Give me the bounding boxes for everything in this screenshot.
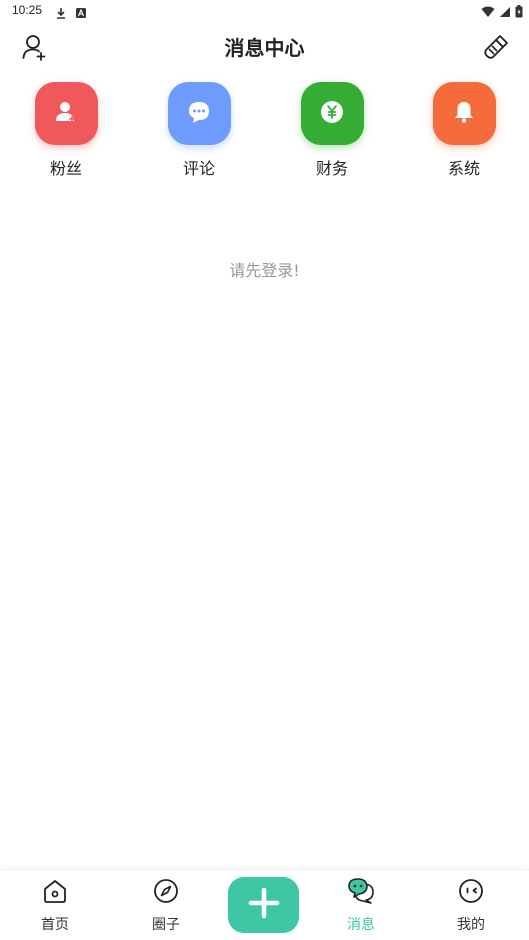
page-title: 消息中心 [224,36,305,60]
keyboard-a-icon [75,4,87,23]
tab-label: 首页 [41,917,69,933]
tab-mine[interactable]: 我的 [431,878,511,934]
tab-circle[interactable]: 圈子 [126,878,206,934]
bell-icon [451,99,477,129]
category-label: 财务 [315,159,348,178]
category-system[interactable]: 系统 [419,82,509,179]
status-time: 10:25 [12,3,43,17]
tab-label: 消息 [347,917,375,933]
compass-icon [152,877,180,909]
tab-label: 圈子 [152,917,180,933]
bottom-tabbar: 首页 圈子 消息 我的 [0,869,529,940]
tab-home[interactable]: 首页 [15,878,95,934]
message-categories: 粉丝 评论 财务 系统 [0,82,529,182]
category-finance[interactable]: 财务 [287,82,377,179]
category-comments[interactable]: 评论 [154,82,244,179]
tab-messages[interactable]: 消息 [321,878,401,934]
plus-icon [246,885,282,925]
signal-icon [499,3,511,22]
battery-icon [515,3,523,22]
user-plus-icon [53,99,79,129]
login-prompt[interactable]: 请先登录! [0,257,529,281]
yen-icon [319,99,345,129]
category-fans-badge [34,82,98,145]
header: 消息中心 [0,22,529,70]
tab-label: 我的 [457,917,485,933]
chat-bubble-icon [186,99,212,129]
create-post-button[interactable] [228,877,299,933]
category-label: 评论 [182,159,215,178]
category-fans[interactable]: 粉丝 [21,82,111,179]
profile-face-icon [457,877,485,909]
clear-broom-icon[interactable] [481,32,511,62]
home-icon [41,877,69,909]
message-icon [346,876,376,910]
download-icon [55,4,67,23]
category-label: 粉丝 [49,159,82,178]
status-bar: 10:25 [0,0,529,22]
wifi-icon [481,3,495,22]
category-label: 系统 [447,159,480,178]
